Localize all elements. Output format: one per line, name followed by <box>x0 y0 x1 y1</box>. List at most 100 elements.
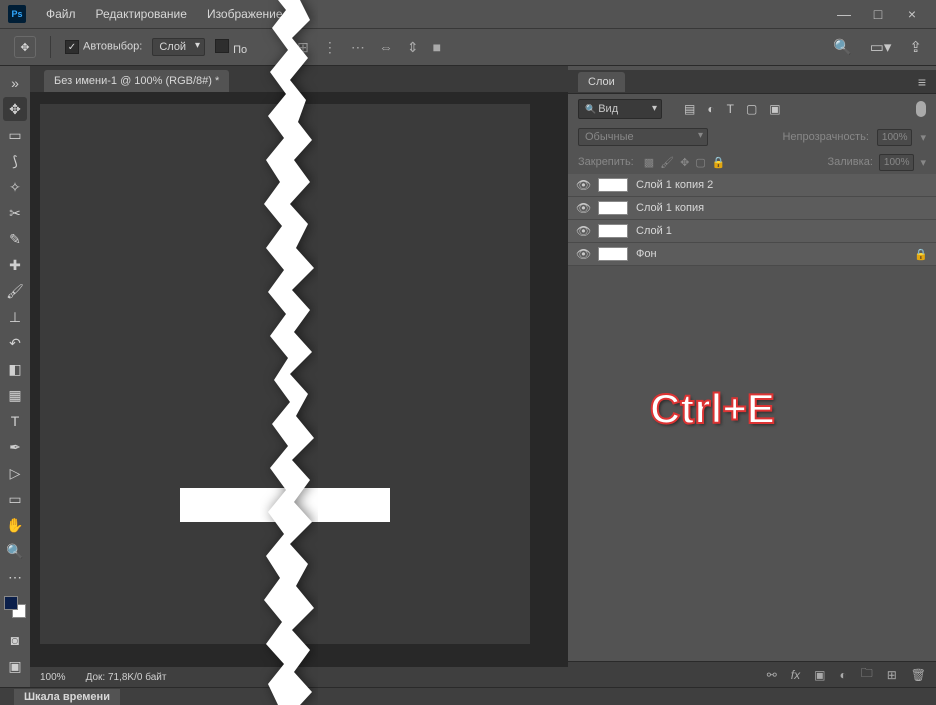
layer-name[interactable]: Фон <box>636 248 657 260</box>
layers-panel-header: Слои ≡ <box>568 70 936 94</box>
move-tool[interactable]: ✥ <box>3 97 27 121</box>
edit-toolbar[interactable]: ⋯ <box>3 565 27 589</box>
gradient-tool[interactable]: ▦ <box>3 383 27 407</box>
visibility-icon[interactable]: 👁 <box>576 201 590 215</box>
visibility-icon[interactable]: 👁 <box>576 247 590 261</box>
clone-stamp-tool[interactable]: ⊥ <box>3 305 27 329</box>
lock-icon[interactable]: 🔒 <box>914 248 928 261</box>
layer-filter-dropdown[interactable]: Вид <box>578 99 662 119</box>
doc-info[interactable]: Док: 71,8K/0 байт <box>86 672 167 683</box>
canvas[interactable] <box>40 104 530 644</box>
screen-mode-tool[interactable]: ▣ <box>3 654 27 678</box>
hand-tool[interactable]: ✋ <box>3 513 27 537</box>
adjustment-layer-icon[interactable]: ◐ <box>839 668 846 682</box>
layer-thumbnail[interactable] <box>598 201 628 215</box>
canvas-viewport[interactable] <box>30 92 568 667</box>
lock-all-icon[interactable]: 🔒 <box>712 156 726 169</box>
align-icon[interactable]: ⊞ <box>297 39 309 56</box>
panel-menu-icon[interactable]: ≡ <box>918 74 926 90</box>
show-transform-checkbox[interactable]: По <box>215 39 247 56</box>
delete-layer-icon[interactable]: 🗑 <box>911 668 926 682</box>
layer-thumbnail[interactable] <box>598 178 628 192</box>
shape-tool[interactable]: ▭ <box>3 487 27 511</box>
link-layers-icon[interactable]: ⚯ <box>767 668 777 682</box>
timeline-bar: Шкала времени <box>0 687 936 705</box>
filter-smart-icon[interactable]: ▣ <box>769 102 780 116</box>
align-icon[interactable]: ⋮ <box>323 39 337 56</box>
opacity-value[interactable]: 100% <box>877 129 913 146</box>
magic-wand-tool[interactable]: ✧ <box>3 175 27 199</box>
color-swatches[interactable] <box>4 596 26 618</box>
layer-style-icon[interactable]: fx <box>791 668 800 682</box>
timeline-tab[interactable]: Шкала времени <box>14 689 120 705</box>
auto-select-dropdown[interactable]: Слой <box>152 38 205 56</box>
filter-adjust-icon[interactable]: ◐ <box>707 102 714 116</box>
path-select-tool[interactable]: ▷ <box>3 461 27 485</box>
opacity-arrow-icon[interactable]: ▾ <box>920 131 926 144</box>
menu-edit[interactable]: Редактирование <box>86 7 197 21</box>
filter-pixel-icon[interactable]: ▤ <box>684 102 695 116</box>
distribute-icon[interactable]: ⇕ <box>407 39 419 56</box>
fill-arrow-icon[interactable]: ▾ <box>920 156 926 169</box>
move-tool-preset[interactable]: ✥ <box>14 36 36 58</box>
menu-file[interactable]: Файл <box>36 7 86 21</box>
visibility-icon[interactable]: 👁 <box>576 178 590 192</box>
layer-list: 👁 Слой 1 копия 2 👁 Слой 1 копия 👁 Слой 1… <box>568 174 936 266</box>
zoom-tool[interactable]: 🔍 <box>3 539 27 563</box>
menu-image[interactable]: Изображение <box>197 7 293 21</box>
layer-name[interactable]: Слой 1 копия 2 <box>636 179 713 191</box>
foreground-color-swatch[interactable] <box>4 596 18 610</box>
lock-image-icon[interactable]: 🖌 <box>660 156 674 169</box>
history-brush-tool[interactable]: ↶ <box>3 331 27 355</box>
maximize-button[interactable]: □ <box>870 6 886 22</box>
layer-row[interactable]: 👁 Слой 1 копия 2 <box>568 174 936 197</box>
lock-transparent-icon[interactable]: ▩ <box>644 156 654 169</box>
layer-thumbnail[interactable] <box>598 224 628 238</box>
layer-mask-icon[interactable]: ▣ <box>814 668 825 682</box>
lasso-tool[interactable]: ⟆ <box>3 149 27 173</box>
mode-3d-icon[interactable]: ■ <box>433 39 441 56</box>
filter-type-icon[interactable]: T <box>727 102 734 116</box>
new-layer-icon[interactable]: ⊞ <box>887 668 897 682</box>
visibility-icon[interactable]: 👁 <box>576 224 590 238</box>
filter-shape-icon[interactable]: ▢ <box>746 102 757 116</box>
close-button[interactable]: × <box>904 6 920 22</box>
filter-toggle[interactable] <box>916 101 926 117</box>
layer-thumbnail[interactable] <box>598 247 628 261</box>
window-controls: — □ × <box>836 6 928 22</box>
fill-label: Заливка: <box>827 156 872 168</box>
lock-position-icon[interactable]: ✥ <box>680 156 689 169</box>
eraser-tool[interactable]: ◧ <box>3 357 27 381</box>
quick-mask-tool[interactable]: ◙ <box>3 628 27 652</box>
layer-name[interactable]: Слой 1 копия <box>636 202 704 214</box>
pen-tool[interactable]: ✒ <box>3 435 27 459</box>
right-panels: Слои ≡ Вид ▤ ◐ T ▢ ▣ Обычные Непрозрачно… <box>568 66 936 687</box>
expand-tools-icon[interactable]: » <box>3 71 27 95</box>
lock-artboard-icon[interactable]: ▢ <box>695 156 705 169</box>
layer-name[interactable]: Слой 1 <box>636 225 672 237</box>
zoom-level[interactable]: 100% <box>40 672 66 683</box>
blend-mode-dropdown[interactable]: Обычные <box>578 128 708 146</box>
align-icon[interactable]: ⋯ <box>351 39 365 56</box>
share-icon[interactable]: ⇪ <box>909 38 922 56</box>
layer-group-icon[interactable]: 🗀 <box>861 664 873 685</box>
workspace-icon[interactable]: ▭▾ <box>870 38 892 56</box>
brush-tool[interactable]: 🖌 <box>3 279 27 303</box>
search-icon[interactable]: 🔍 <box>833 38 852 56</box>
auto-select-checkbox[interactable]: ✓Автовыбор: <box>65 40 142 54</box>
eyedropper-tool[interactable]: ✎ <box>3 227 27 251</box>
layer-row[interactable]: 👁 Фон 🔒 <box>568 243 936 266</box>
type-tool[interactable]: T <box>3 409 27 433</box>
document-tab[interactable]: Без имени-1 @ 100% (RGB/8#) * <box>44 70 229 92</box>
marquee-tool[interactable]: ▭ <box>3 123 27 147</box>
layers-panel-footer: ⚯ fx ▣ ◐ 🗀 ⊞ 🗑 <box>568 661 936 687</box>
distribute-icon[interactable]: ⇔ <box>379 39 393 56</box>
minimize-button[interactable]: — <box>836 6 852 22</box>
divider <box>50 36 51 58</box>
layers-panel-tab[interactable]: Слои <box>578 72 625 92</box>
layer-row[interactable]: 👁 Слой 1 <box>568 220 936 243</box>
healing-brush-tool[interactable]: ✚ <box>3 253 27 277</box>
layer-row[interactable]: 👁 Слой 1 копия <box>568 197 936 220</box>
crop-tool[interactable]: ✂ <box>3 201 27 225</box>
fill-value[interactable]: 100% <box>879 154 915 171</box>
